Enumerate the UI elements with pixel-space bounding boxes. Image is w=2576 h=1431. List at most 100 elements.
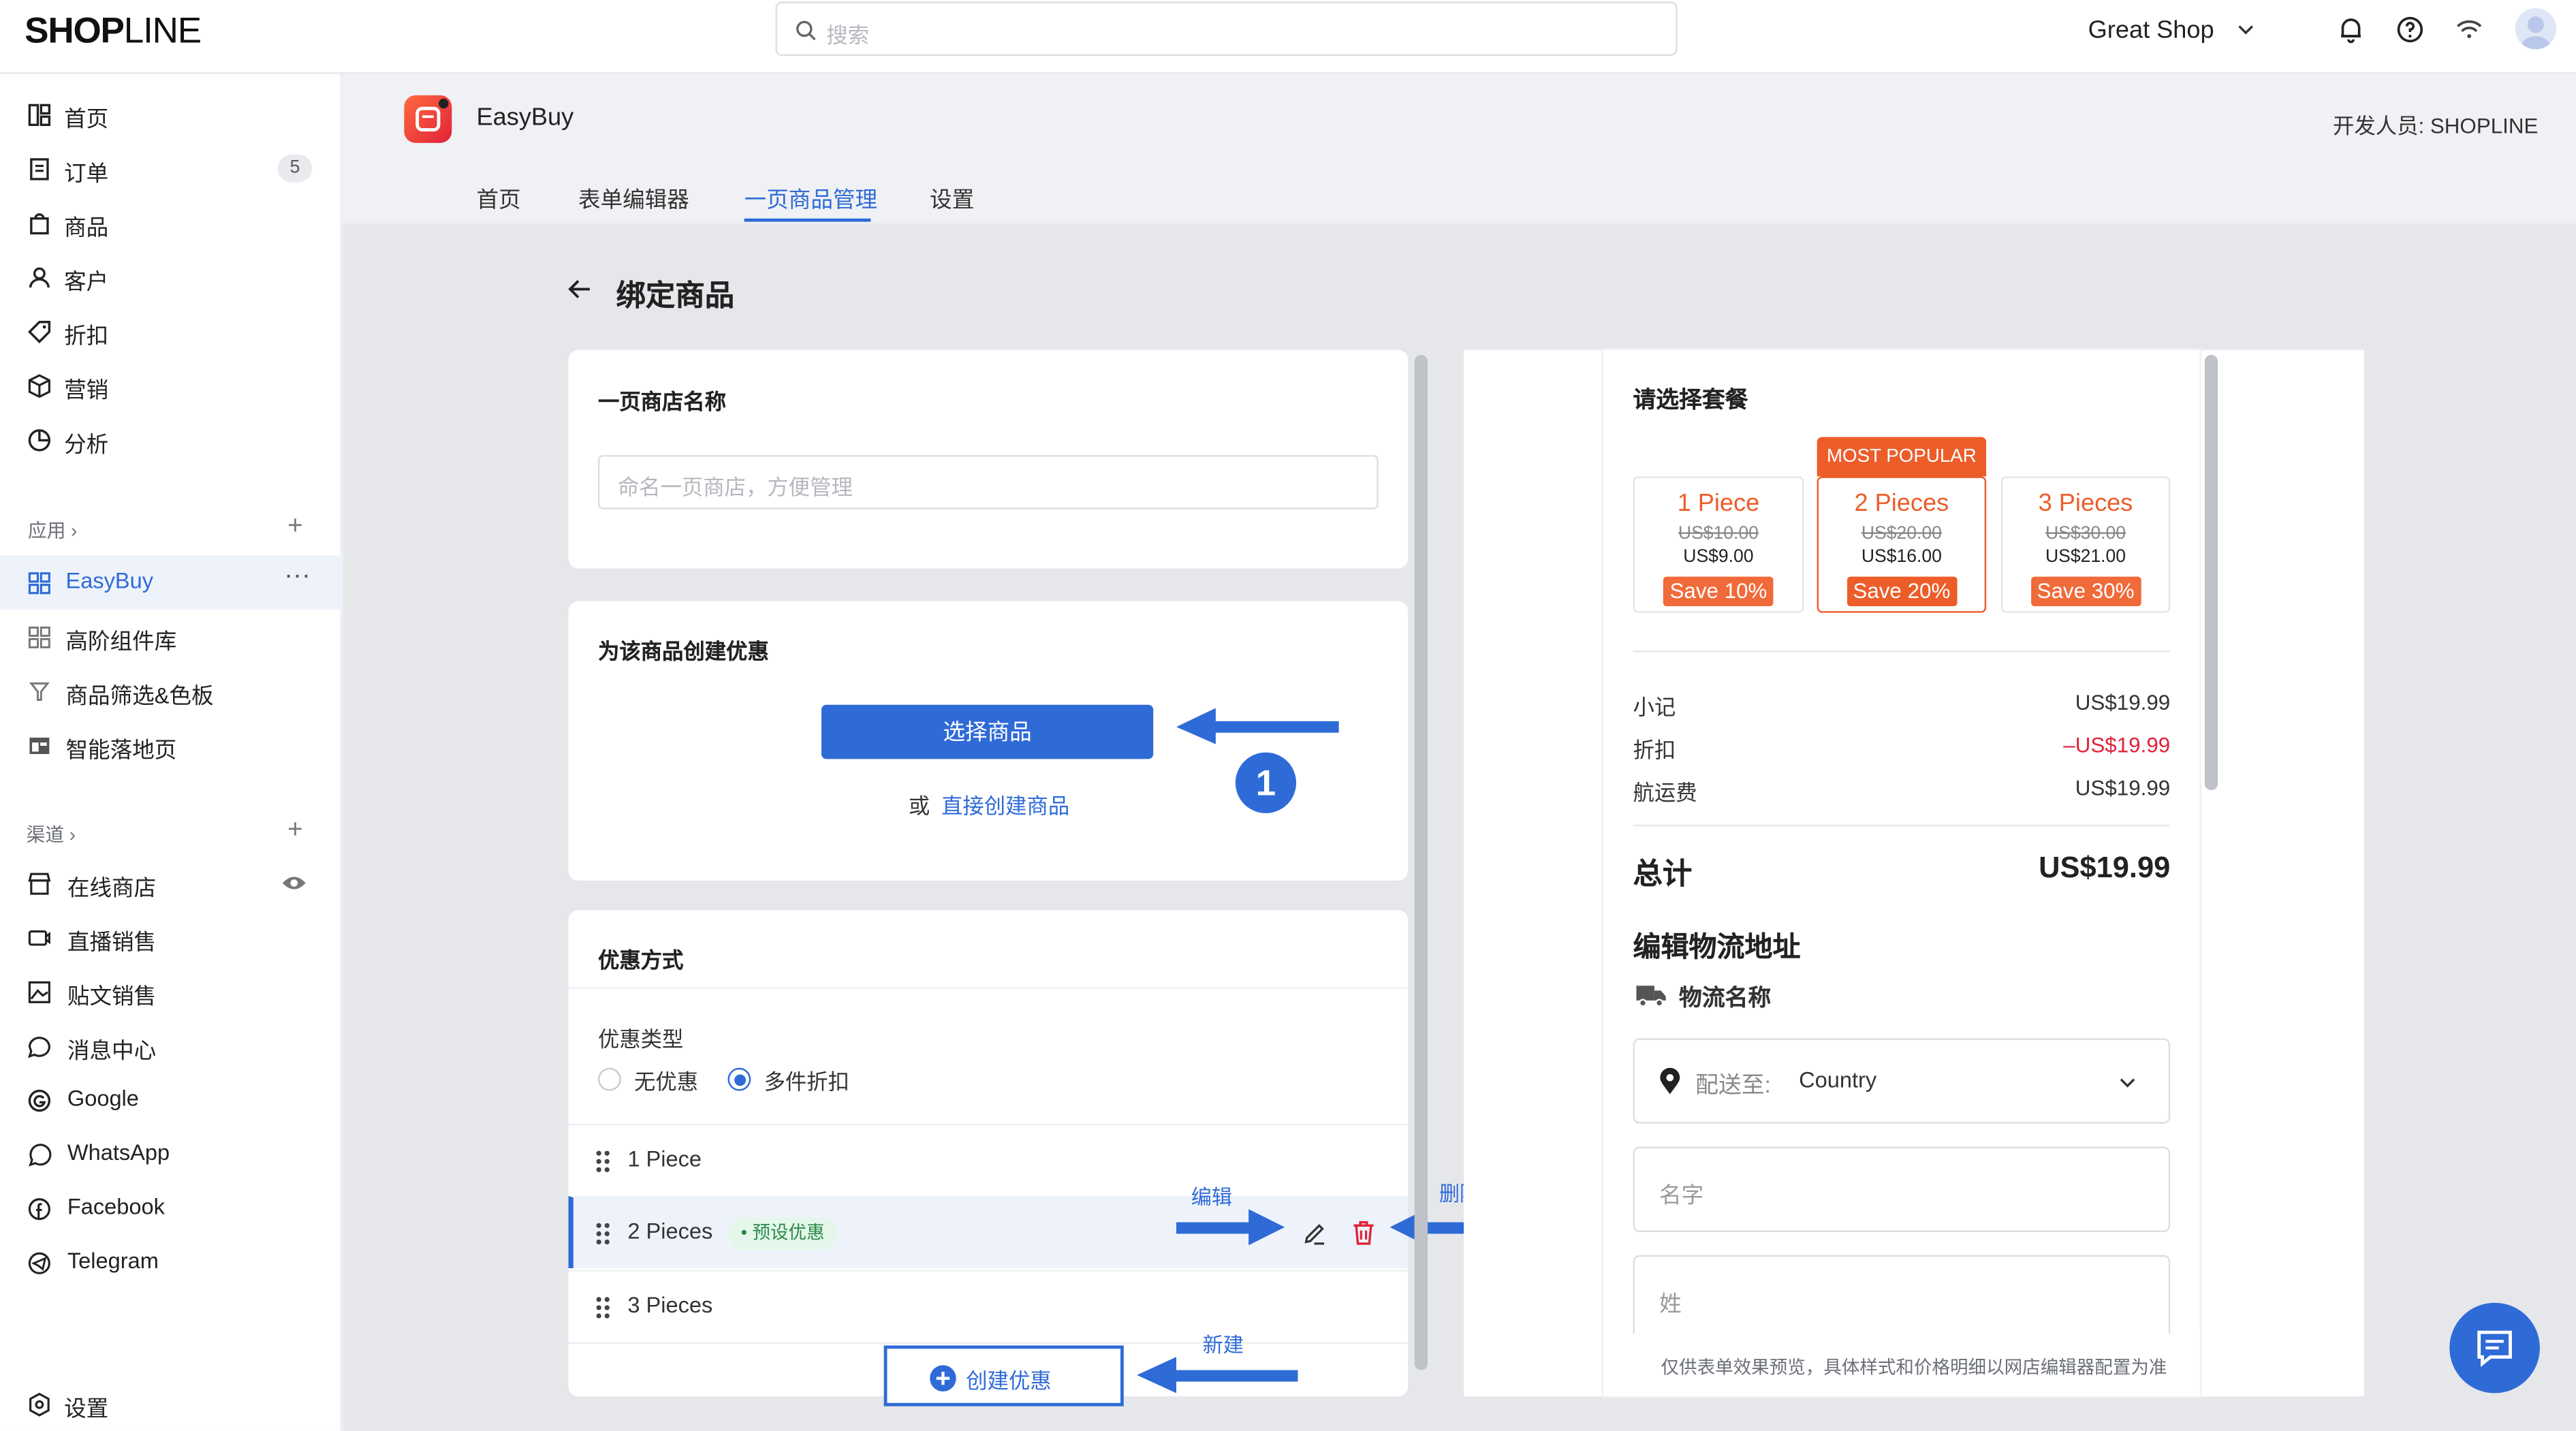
sidebar-item-whatsapp[interactable]: WhatsApp: [0, 1127, 342, 1182]
sidebar-item-label: 设置: [64, 1396, 109, 1421]
package-price: US$9.00: [1683, 547, 1754, 567]
or-text: 或: [908, 793, 930, 819]
package-option-2[interactable]: 2 Pieces US$20.00 US$16.00 Save 20%: [1817, 476, 1987, 613]
package-name: 3 Pieces: [2038, 489, 2133, 518]
create-offer-button[interactable]: 创建优惠: [883, 1345, 1124, 1406]
total-value: US$19.99: [2039, 851, 2171, 884]
sidebar-item-product-filter[interactable]: 商品筛选&色板: [0, 663, 342, 718]
avatar[interactable]: [2515, 8, 2557, 50]
sidebar-item-post-selling[interactable]: 贴文销售: [0, 964, 342, 1019]
sidebar-item-advanced-components[interactable]: 高阶组件库: [0, 610, 342, 664]
more-icon[interactable]: ···: [284, 562, 311, 591]
sidebar-item-marketing[interactable]: 营销: [0, 358, 342, 413]
sidebar-item-home[interactable]: 首页: [0, 87, 342, 142]
tab-form-editor[interactable]: 表单编辑器: [578, 180, 689, 213]
drag-handle-icon[interactable]: [595, 1296, 611, 1319]
sidebar-item-label: Google: [67, 1086, 139, 1111]
subtotal-value: US$19.99: [2075, 690, 2171, 715]
chat-support-button[interactable]: [2449, 1302, 2540, 1394]
channels-section-title[interactable]: 渠道 ›: [27, 821, 76, 848]
add-channel-button[interactable]: +: [287, 817, 303, 846]
shipping-value: US$19.99: [2075, 775, 2171, 800]
easybuy-logo-icon: [415, 98, 449, 131]
message-icon: [2477, 1330, 2512, 1367]
cube-icon: [28, 374, 50, 398]
radio-multi-discount-label: 多件折扣: [764, 1069, 850, 1095]
radio-no-offer[interactable]: [597, 1067, 621, 1091]
tab-home[interactable]: 首页: [476, 180, 520, 213]
ship-to-select[interactable]: 配送至: Country: [1633, 1038, 2171, 1124]
left-panel-scrollbar[interactable]: [1414, 354, 1428, 1370]
tab-settings[interactable]: 设置: [930, 180, 974, 213]
delete-icon[interactable]: [1351, 1219, 1377, 1247]
shop-switcher[interactable]: Great Shop: [2088, 16, 2254, 44]
bell-icon[interactable]: [2336, 15, 2366, 44]
search-input[interactable]: 搜索: [775, 1, 1678, 57]
create-offer-label: 创建优惠: [966, 1368, 1052, 1394]
sidebar-item-orders[interactable]: 订单 5: [0, 141, 342, 195]
total-label: 总计: [1633, 858, 1693, 891]
google-icon: [28, 1089, 51, 1112]
choose-package-title: 请选择套餐: [1633, 386, 1748, 413]
sidebar-item-discounts[interactable]: 折扣: [0, 304, 342, 358]
sidebar-item-label: 首页: [64, 106, 109, 131]
edit-icon[interactable]: [1301, 1221, 1328, 1247]
package-name: 1 Piece: [1677, 489, 1760, 518]
package-original-price: US$20.00: [1861, 524, 1942, 544]
last-name-placeholder: 姓: [1659, 1291, 1682, 1317]
sidebar-item-message-center[interactable]: 消息中心: [0, 1018, 342, 1073]
list-item[interactable]: 3 Pieces: [568, 1270, 1409, 1342]
eye-icon[interactable]: [281, 874, 307, 892]
arrow-left-icon: [1137, 1357, 1298, 1394]
radio-no-offer-label: 无优惠: [634, 1069, 699, 1095]
dashboard-icon: [28, 104, 51, 126]
list-item[interactable]: 1 Piece: [568, 1123, 1409, 1196]
logistics-label: 物流名称: [1679, 984, 1772, 1011]
package-price: US$21.00: [2045, 547, 2126, 567]
sidebar-item-label: 高阶组件库: [65, 629, 177, 654]
sidebar-item-analytics[interactable]: 分析: [0, 412, 342, 467]
page-title: 绑定商品: [616, 279, 735, 313]
package-option-3[interactable]: 3 Pieces US$30.00 US$21.00 Save 30%: [2000, 476, 2171, 613]
discount-value: –US$19.99: [2063, 732, 2171, 757]
first-name-field[interactable]: 名字: [1633, 1146, 2171, 1232]
radio-multi-discount[interactable]: [727, 1067, 751, 1091]
drag-handle-icon[interactable]: [595, 1150, 611, 1173]
sidebar-item-facebook[interactable]: Facebook: [0, 1181, 342, 1236]
package-save-badge: Save 30%: [2030, 576, 2141, 607]
sidebar-item-live-selling[interactable]: 直播销售: [0, 910, 342, 964]
sidebar-item-products[interactable]: 商品: [0, 195, 342, 250]
sidebar-item-landing-page[interactable]: 智能落地页: [0, 718, 342, 772]
telegram-icon: [28, 1252, 50, 1274]
last-name-field[interactable]: 姓: [1633, 1255, 2171, 1341]
store-name-title: 一页商店名称: [597, 389, 727, 414]
create-offer-title: 为该商品创建优惠: [597, 639, 769, 664]
shopline-logo[interactable]: SHOPLINE: [25, 10, 202, 52]
add-app-button[interactable]: +: [287, 513, 303, 542]
sidebar-item-customers[interactable]: 客户: [0, 250, 342, 304]
tab-product-management[interactable]: 一页商品管理: [744, 180, 877, 213]
preview-scrollbar[interactable]: [2204, 354, 2218, 791]
sidebar-item-google[interactable]: Google: [0, 1073, 342, 1127]
store-name-input[interactable]: 命名一页商店，方便管理: [597, 455, 1379, 509]
sidebar-item-label: WhatsApp: [67, 1139, 170, 1165]
offer-type-label: 优惠类型: [597, 1026, 684, 1052]
drag-handle-icon[interactable]: [595, 1223, 611, 1246]
apps-section-title[interactable]: 应用 ›: [28, 518, 77, 544]
sidebar-item-online-store[interactable]: 在线商店: [0, 856, 342, 911]
first-name-placeholder: 名字: [1659, 1182, 1704, 1208]
select-product-button[interactable]: 选择商品: [821, 704, 1154, 759]
tier-label: 3 Pieces: [627, 1293, 713, 1318]
help-icon[interactable]: [2396, 15, 2425, 44]
package-option-1[interactable]: 1 Piece US$10.00 US$9.00 Save 10%: [1633, 476, 1804, 613]
sidebar-item-settings[interactable]: 设置: [0, 1377, 342, 1431]
package-save-badge: Save 10%: [1663, 576, 1774, 607]
create-product-link[interactable]: 直接创建商品: [941, 789, 1069, 820]
sidebar-item-label: 折扣: [64, 324, 109, 349]
wifi-icon[interactable]: [2455, 15, 2484, 44]
sidebar-item-easybuy[interactable]: EasyBuy ···: [0, 555, 342, 610]
sidebar-item-telegram[interactable]: Telegram: [0, 1236, 342, 1290]
package-save-badge: Save 20%: [1846, 576, 1958, 607]
sidebar-item-label: 在线商店: [67, 875, 157, 900]
back-arrow-icon[interactable]: [567, 276, 593, 302]
